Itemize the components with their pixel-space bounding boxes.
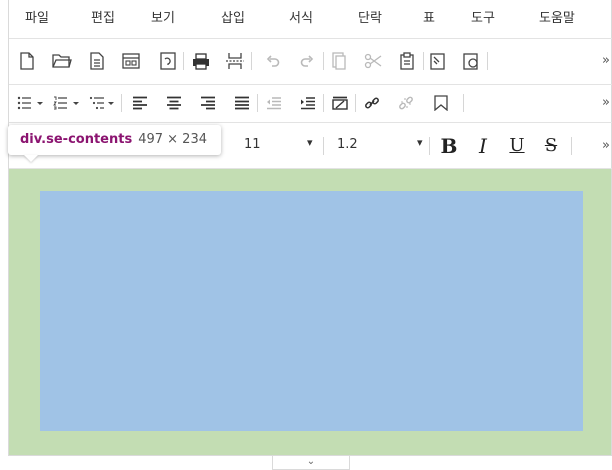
italic-button[interactable]: I [473, 136, 493, 156]
menu-format[interactable]: 서식 [289, 0, 313, 38]
select-all-icon[interactable] [429, 52, 447, 70]
cut-icon[interactable] [364, 52, 382, 70]
bold-button[interactable]: B [439, 136, 459, 156]
toolbar-more-button[interactable]: » [599, 94, 612, 112]
page-break-icon[interactable] [225, 52, 245, 70]
toolbar-separator [257, 94, 258, 112]
toolbar-separator [571, 137, 572, 155]
inspector-element-size: 497 × 234 [138, 132, 207, 147]
font-size-dropdown-arrow[interactable]: ▾ [307, 136, 313, 149]
toolbar-separator [323, 94, 324, 112]
toolbar-more-button[interactable]: » [599, 52, 612, 70]
inspector-tooltip: div.se-contents 497 × 234 [8, 125, 221, 155]
layout-template-icon[interactable] [121, 52, 141, 70]
menu-tools[interactable]: 도구 [471, 0, 495, 38]
resize-handle[interactable]: ⌄ [272, 456, 350, 470]
toolbar-separator [429, 137, 430, 155]
align-center-icon[interactable] [165, 95, 183, 111]
underline-button[interactable]: U [507, 136, 527, 156]
inspector-tooltip-arrow [24, 155, 38, 162]
toolbar-separator [323, 137, 324, 155]
toolbar-separator [121, 94, 122, 112]
bullet-list-icon[interactable] [17, 95, 45, 111]
menu-help[interactable]: 도움말 [539, 0, 575, 38]
align-right-icon[interactable] [199, 95, 217, 111]
toolbar-separator [463, 94, 464, 112]
link-icon[interactable] [363, 95, 381, 111]
font-size-value[interactable]: 11 [244, 137, 261, 152]
menu-edit[interactable]: 편집 [91, 0, 115, 38]
clear-formatting-icon[interactable] [331, 95, 349, 111]
bookmark-icon[interactable] [433, 95, 449, 111]
editor-body-padding [9, 169, 611, 455]
toolbar-separator [183, 52, 184, 70]
menu-paragraph[interactable]: 단락 [358, 0, 382, 38]
menu-insert[interactable]: 삽입 [221, 0, 245, 38]
strikethrough-button[interactable]: S [541, 136, 561, 156]
toolbar-row-1: » [9, 39, 612, 85]
print-icon[interactable] [191, 52, 211, 70]
multilevel-list-icon[interactable] [89, 95, 117, 111]
inspector-element-selector: div.se-contents [20, 132, 133, 147]
preview-document-icon[interactable] [159, 52, 177, 70]
menu-table[interactable]: 표 [423, 0, 435, 38]
resize-chevron-icon: ⌄ [306, 456, 316, 467]
toolbar-separator [323, 52, 324, 70]
outdent-icon[interactable] [265, 95, 283, 111]
toolbar-more-button[interactable]: » [599, 137, 612, 155]
toolbar-separator [423, 52, 424, 70]
line-height-dropdown-arrow[interactable]: ▾ [417, 136, 423, 149]
template-document-icon[interactable] [89, 52, 105, 70]
align-left-icon[interactable] [131, 95, 149, 111]
unlink-icon[interactable] [397, 95, 415, 111]
align-justify-icon[interactable] [233, 95, 251, 111]
line-height-value[interactable]: 1.2 [337, 137, 358, 152]
toolbar-separator [355, 94, 356, 112]
toolbar-separator [487, 52, 488, 70]
find-replace-icon[interactable] [463, 52, 481, 70]
paste-icon[interactable] [399, 51, 415, 71]
new-document-icon[interactable] [19, 52, 35, 70]
toolbar-row-2: » [9, 85, 612, 123]
copy-icon[interactable] [331, 52, 347, 70]
indent-icon[interactable] [299, 95, 317, 111]
undo-icon[interactable] [265, 53, 281, 69]
editor-contents-area[interactable] [40, 191, 583, 431]
toolbar-separator [251, 52, 252, 70]
numbered-list-icon[interactable] [53, 95, 81, 111]
menu-view[interactable]: 보기 [151, 0, 175, 38]
menu-file[interactable]: 파일 [25, 0, 49, 38]
open-folder-icon[interactable] [51, 53, 73, 69]
menubar: 파일 편집 보기 삽입 서식 단락 표 도구 도움말 [9, 0, 612, 39]
redo-icon[interactable] [299, 53, 315, 69]
editor: 파일 편집 보기 삽입 서식 단락 표 도구 도움말 » » 11 ▾ 1.2 … [8, 0, 612, 456]
